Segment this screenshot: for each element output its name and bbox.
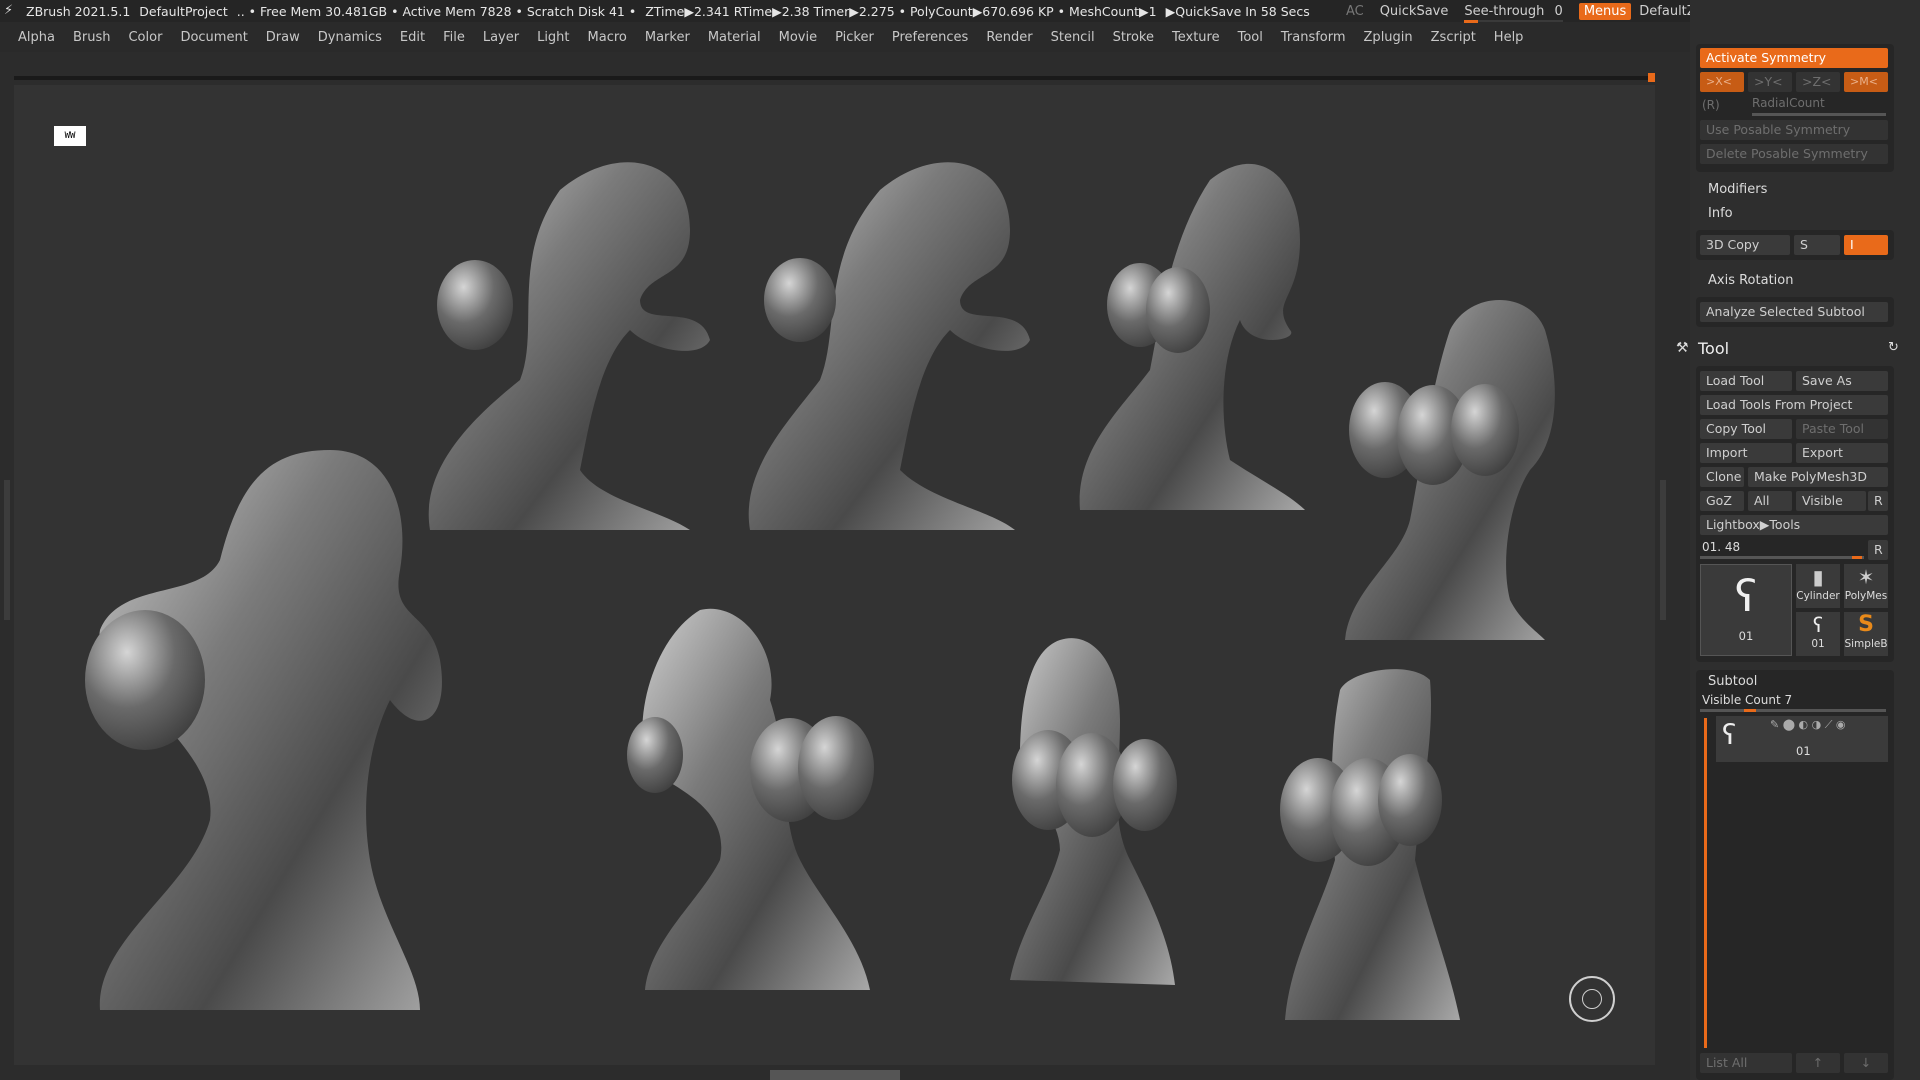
axis-m-button[interactable]: >M< [1844, 72, 1888, 92]
viewport-overlay-icon[interactable]: WW [54, 126, 86, 146]
tool-01-preview-icon: ʕ [1734, 571, 1758, 622]
subtool-item[interactable]: ʕ ✎ ⬤ ◐ ◑ ⟋ ◉ 01 [1716, 716, 1888, 762]
sculpt-4 [1345, 300, 1555, 640]
sculpt-7 [1010, 638, 1177, 985]
navigation-gizmo-icon[interactable] [1569, 976, 1615, 1022]
make-polymesh3d-button[interactable]: Make PolyMesh3D [1748, 467, 1888, 487]
goz-r-button[interactable]: R [1868, 491, 1888, 511]
subtool-visibility-icons[interactable]: ✎ ⬤ ◐ ◑ ⟋ ◉ [1770, 718, 1846, 732]
subtool-item-label: 01 [1796, 744, 1811, 758]
polymesh-label: PolyMes [1844, 590, 1888, 602]
subtool-scrollbar[interactable] [1704, 718, 1707, 1048]
sculpt-2 [748, 162, 1030, 530]
lightbox-tools-button[interactable]: Lightbox▶Tools [1700, 515, 1888, 535]
axis-rotation-header[interactable]: Axis Rotation [1708, 273, 1793, 288]
simpleb-tool-thumbnail[interactable]: S SimpleB [1844, 612, 1888, 656]
radial-count-slider[interactable] [1752, 113, 1886, 116]
visible-count-fill [1744, 709, 1756, 712]
axis-z-button[interactable]: >Z< [1796, 72, 1840, 92]
copy-tool-button[interactable]: Copy Tool [1700, 419, 1792, 439]
tool-01-small-icon: ʕ [1812, 613, 1824, 637]
s-button[interactable]: S [1794, 235, 1840, 255]
cylinder-tool-thumbnail[interactable]: ▮ Cylinder [1796, 564, 1840, 608]
modifiers-header[interactable]: Modifiers [1708, 182, 1767, 197]
tool-pin-icon[interactable]: ⚒ [1676, 340, 1689, 356]
visible-count-label: Visible Count 7 [1702, 693, 1793, 707]
sculpt-1 [428, 162, 710, 530]
polymesh-tool-thumbnail[interactable]: ✶ PolyMes [1844, 564, 1888, 608]
activate-symmetry-button[interactable]: Activate Symmetry [1700, 48, 1888, 68]
radial-count-label: RadialCount [1752, 96, 1825, 110]
save-as-button[interactable]: Save As [1796, 371, 1888, 391]
list-all-button[interactable]: List All [1700, 1053, 1792, 1073]
load-tools-from-project-button[interactable]: Load Tools From Project [1700, 395, 1888, 415]
tool-slider[interactable] [1700, 556, 1864, 559]
current-tool-thumbnail[interactable]: ʕ 01 [1700, 564, 1792, 656]
3d-copy-button[interactable]: 3D Copy [1700, 235, 1790, 255]
visible-count-slider[interactable] [1700, 709, 1886, 712]
sculpt-5 [85, 450, 442, 1010]
tool-slider-fill [1852, 556, 1862, 559]
delete-posable-symmetry-button[interactable]: Delete Posable Symmetry [1700, 144, 1888, 164]
axis-y-button[interactable]: >Y< [1748, 72, 1792, 92]
sculpt-3 [1079, 163, 1305, 510]
export-button[interactable]: Export [1796, 443, 1888, 463]
info-header[interactable]: Info [1708, 206, 1733, 221]
tool-01-small-label: 01 [1811, 638, 1825, 650]
tool-slider-r-button[interactable]: R [1868, 540, 1888, 560]
polymesh-star-icon: ✶ [1857, 565, 1875, 589]
sculpt-meshes [85, 162, 1555, 1020]
tool-01-label: 01 [1738, 629, 1754, 643]
subtool-thumbnail-icon: ʕ [1722, 718, 1737, 751]
import-button[interactable]: Import [1700, 443, 1792, 463]
use-posable-symmetry-button[interactable]: Use Posable Symmetry [1700, 120, 1888, 140]
subtool-header[interactable]: Subtool [1708, 674, 1757, 689]
move-up-icon[interactable]: ↑ [1796, 1053, 1840, 1073]
goz-all-button[interactable]: All [1748, 491, 1792, 511]
refresh-icon[interactable]: ↻ [1888, 340, 1899, 355]
radial-r-label: (R) [1702, 98, 1720, 112]
clone-button[interactable]: Clone [1700, 467, 1744, 487]
move-down-icon[interactable]: ↓ [1844, 1053, 1888, 1073]
bottom-tray-handle[interactable] [770, 1070, 900, 1080]
tool-01-small-thumbnail[interactable]: ʕ 01 [1796, 612, 1840, 656]
load-tool-button[interactable]: Load Tool [1700, 371, 1792, 391]
sculpt-6 [627, 608, 874, 990]
tool-slider-label: 01. 48 [1702, 540, 1741, 554]
tool-palette-title[interactable]: Tool [1698, 339, 1729, 358]
simpleb-label: SimpleB [1844, 638, 1888, 650]
analyze-subtool-button[interactable]: Analyze Selected Subtool [1700, 302, 1888, 322]
cylinder-icon: ▮ [1812, 565, 1824, 589]
goz-visible-button[interactable]: Visible [1796, 491, 1866, 511]
simplebrush-icon: S [1858, 612, 1874, 637]
goz-button[interactable]: GoZ [1700, 491, 1744, 511]
cylinder-label: Cylinder [1796, 590, 1840, 602]
axis-x-button[interactable]: >X< [1700, 72, 1744, 92]
i-button[interactable]: I [1844, 235, 1888, 255]
paste-tool-button[interactable]: Paste Tool [1796, 419, 1888, 439]
sculpt-8 [1280, 669, 1460, 1020]
